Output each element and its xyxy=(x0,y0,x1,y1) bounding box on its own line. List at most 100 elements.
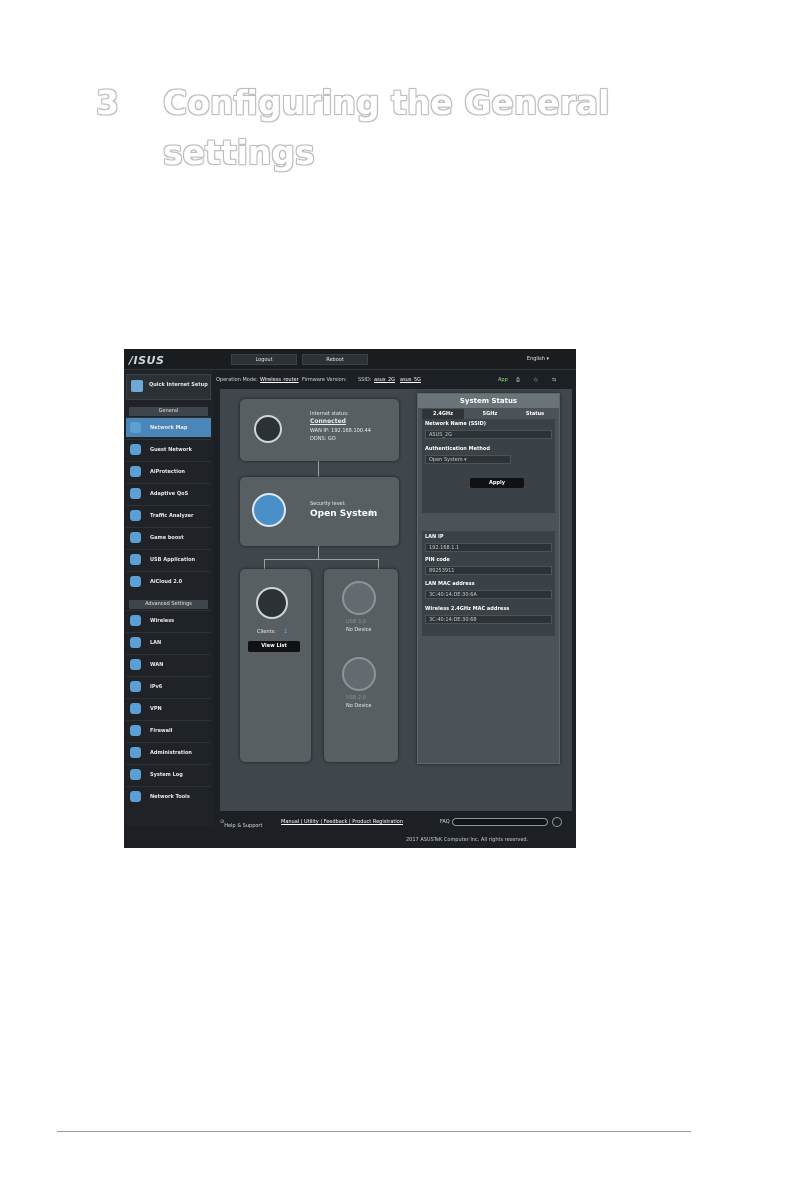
usb-card[interactable]: USB 3.0 No Device USB 2.0 No Device xyxy=(324,569,398,762)
lan-info-box: LAN IP 192.168.1.1 PIN code 89253911 LAN… xyxy=(422,531,555,636)
app-label[interactable]: App xyxy=(498,377,508,383)
apply-button[interactable]: Apply xyxy=(470,478,524,488)
ddns: DDNS: GO xyxy=(310,436,336,442)
view-list-button[interactable]: View List xyxy=(248,641,300,652)
quick-internet-setup-button[interactable]: Quick Internet Setup xyxy=(126,374,211,400)
wifi-icon: ⌇ xyxy=(369,509,373,517)
sidebar-item-wireless[interactable]: Wireless xyxy=(126,610,211,630)
sidebar-item-label: LAN xyxy=(150,640,162,646)
connector-line xyxy=(264,559,265,569)
wireless-icon xyxy=(130,615,141,626)
lan-mac-label: LAN MAC address xyxy=(425,581,475,587)
bottom-bar: ⊙ Help & Support Manual | Utility | Feed… xyxy=(220,815,576,829)
chapter-title-line1: Configuring the General xyxy=(163,83,610,122)
ssid-5g-link[interactable]: asus_5G xyxy=(400,377,421,383)
auth-method-select[interactable]: Open System ▾ xyxy=(425,455,511,464)
network-tools-icon xyxy=(130,791,141,802)
usb1-label: USB 3.0 xyxy=(346,619,366,625)
system-status-panel: System Status 2.4GHz 5GHz Status Network… xyxy=(417,393,560,764)
operation-bar: Operation Mode: Wireless_router Firmware… xyxy=(216,374,572,386)
system-log-icon xyxy=(130,769,141,780)
faq-search-button[interactable] xyxy=(552,817,562,827)
usb-status-icon[interactable]: ⇆ xyxy=(552,377,556,383)
usb1-status: No Device xyxy=(346,627,372,633)
router-card[interactable]: Security level: Open System ⌇ xyxy=(240,477,399,546)
sidebar-item-traffic-analyzer[interactable]: Traffic Analyzer xyxy=(126,505,211,525)
sidebar-item-firewall[interactable]: Firewall xyxy=(126,720,211,740)
aiprotection-icon xyxy=(130,466,141,477)
reboot-button[interactable]: Reboot xyxy=(302,354,368,365)
magic-wand-icon xyxy=(131,380,143,392)
adaptive-qos-icon xyxy=(130,488,141,499)
system-status-title: System Status xyxy=(418,394,559,408)
usb-icon xyxy=(342,581,376,615)
tab-status[interactable]: Status xyxy=(514,409,556,419)
faq-label: FAQ xyxy=(440,819,450,825)
vpn-icon xyxy=(130,703,141,714)
sidebar-item-vpn[interactable]: VPN xyxy=(126,698,211,718)
faq-search-input[interactable] xyxy=(452,818,548,826)
advanced-section-title: Advanced Settings xyxy=(129,600,208,609)
tab-2-4ghz[interactable]: 2.4GHz xyxy=(422,409,464,419)
lan-mac-value: 3C:40:14:DE:30:6A xyxy=(425,590,552,599)
sidebar-item-game-boost[interactable]: Game boost xyxy=(126,527,211,547)
aicloud-2-0-icon xyxy=(130,576,141,587)
network-status-icon[interactable]: ◇ xyxy=(534,377,538,383)
sidebar-item-aiprotection[interactable]: AiProtection xyxy=(126,461,211,481)
ipv6-icon xyxy=(130,681,141,692)
help-support-link[interactable]: ⊙ Help & Support xyxy=(220,819,262,829)
wan-icon xyxy=(130,659,141,670)
operation-mode-link[interactable]: Wireless_router xyxy=(260,377,299,383)
network-map-icon xyxy=(130,422,141,433)
sidebar-item-wan[interactable]: WAN xyxy=(126,654,211,674)
sidebar-item-label: Firewall xyxy=(150,728,173,734)
sidebar-item-aicloud-2-0[interactable]: AiCloud 2.0 xyxy=(126,571,211,591)
printer-icon[interactable]: ⎙ xyxy=(516,377,520,383)
sidebar-item-label: Wireless xyxy=(150,618,175,624)
firmware-label: Firmware Version: xyxy=(302,377,347,383)
internet-status-value[interactable]: Connected xyxy=(310,418,346,425)
sidebar: Quick Internet Setup General Network Map… xyxy=(124,370,213,826)
sidebar-item-guest-network[interactable]: Guest Network xyxy=(126,439,211,459)
sidebar-item-network-map[interactable]: Network Map xyxy=(126,417,211,437)
wan-ip: WAN IP: 192.168.100.44 xyxy=(310,428,371,434)
sidebar-item-administration[interactable]: Administration xyxy=(126,742,211,762)
ssid-2g-link[interactable]: asus_2G xyxy=(374,377,395,383)
asus-logo: /ISUS xyxy=(129,354,165,367)
sidebar-item-adaptive-qos[interactable]: Adaptive QoS xyxy=(126,483,211,503)
internet-card[interactable]: Internet status: Connected WAN IP: 192.1… xyxy=(240,399,399,461)
sidebar-item-ipv6[interactable]: IPv6 xyxy=(126,676,211,696)
sidebar-item-system-log[interactable]: System Log xyxy=(126,764,211,784)
support-links[interactable]: Manual | Utility | Feedback | Product Re… xyxy=(281,819,403,825)
game-boost-icon xyxy=(130,532,141,543)
guest-network-icon xyxy=(130,444,141,455)
ssid-field-label: Network Name (SSID) xyxy=(425,421,487,427)
sidebar-item-label: Administration xyxy=(150,750,192,756)
lan-ip-label: LAN IP xyxy=(425,534,444,540)
administration-icon xyxy=(130,747,141,758)
tab-5ghz[interactable]: 5GHz xyxy=(468,409,512,419)
connector-line xyxy=(318,546,319,559)
help-support-label: Help & Support xyxy=(224,823,263,829)
usb2-status: No Device xyxy=(346,703,372,709)
connector-line xyxy=(264,559,379,560)
logout-button[interactable]: Logout xyxy=(231,354,297,365)
clients-card[interactable]: Clients: 1 View List xyxy=(240,569,311,762)
monitor-icon xyxy=(256,587,288,619)
general-section-title: General xyxy=(129,407,208,416)
sidebar-item-label: AiProtection xyxy=(150,469,185,475)
sidebar-item-network-tools[interactable]: Network Tools xyxy=(126,786,211,806)
sidebar-item-label: AiCloud 2.0 xyxy=(150,579,183,585)
clients-count[interactable]: 1 xyxy=(284,629,287,635)
sidebar-item-label: Traffic Analyzer xyxy=(150,513,194,519)
sidebar-item-label: Adaptive QoS xyxy=(150,491,189,497)
lan-icon xyxy=(130,637,141,648)
wireless-mac-label: Wireless 2.4GHz MAC address xyxy=(425,606,510,612)
usb2-label: USB 2.0 xyxy=(346,695,366,701)
clients-label: Clients: xyxy=(257,629,276,635)
language-select[interactable]: English ▾ xyxy=(506,354,570,365)
sidebar-item-lan[interactable]: LAN xyxy=(126,632,211,652)
ssid-field[interactable]: ASUS_2G xyxy=(425,430,552,439)
ssid-label: SSID: xyxy=(358,377,372,383)
sidebar-item-usb-application[interactable]: USB Application xyxy=(126,549,211,569)
